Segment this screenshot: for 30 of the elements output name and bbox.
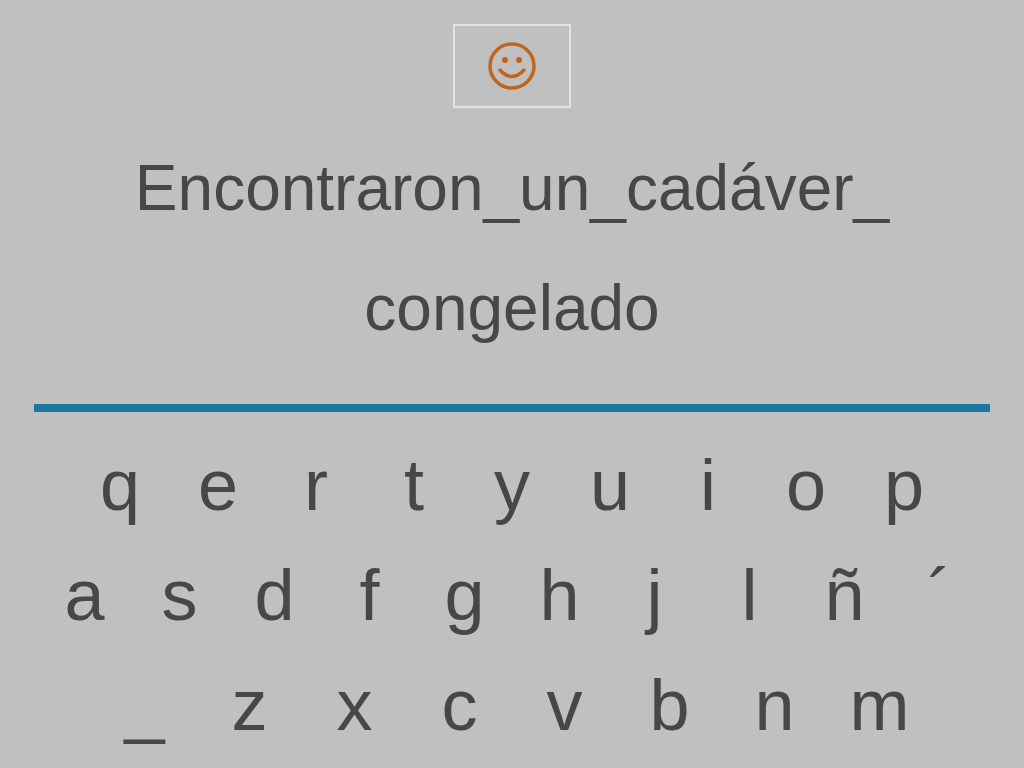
letter-key[interactable]: a [37, 550, 132, 640]
letter-key[interactable]: n [722, 660, 827, 750]
letter-key[interactable]: _ [92, 660, 197, 750]
letter-key[interactable]: m [827, 660, 932, 750]
letter-key[interactable]: r [267, 440, 365, 530]
letter-key[interactable]: x [302, 660, 407, 750]
letter-key[interactable]: j [607, 550, 702, 640]
letter-key[interactable]: ´ [892, 550, 987, 640]
letter-key[interactable]: i [659, 440, 757, 530]
letter-key[interactable]: o [757, 440, 855, 530]
letter-key[interactable]: y [463, 440, 561, 530]
letter-key[interactable]: f [322, 550, 417, 640]
letter-key[interactable]: u [561, 440, 659, 530]
letter-key[interactable]: h [512, 550, 607, 640]
phrase-text: congelado [364, 271, 660, 346]
smiley-icon [487, 41, 537, 91]
letter-key[interactable]: c [407, 660, 512, 750]
letter-key[interactable]: t [365, 440, 463, 530]
letter-key[interactable]: z [197, 660, 302, 750]
letter-key[interactable]: v [512, 660, 617, 750]
letter-key[interactable]: b [617, 660, 722, 750]
phrase-text: Encontraron_un_cadáver_ [134, 151, 890, 226]
letter-key[interactable]: g [417, 550, 512, 640]
letter-key[interactable]: d [227, 550, 322, 640]
letter-key[interactable]: s [132, 550, 227, 640]
letter-key[interactable]: p [855, 440, 953, 530]
letter-key[interactable]: e [169, 440, 267, 530]
letter-key[interactable]: ñ [797, 550, 892, 640]
letter-key[interactable]: l [702, 550, 797, 640]
letter-key[interactable]: q [71, 440, 169, 530]
